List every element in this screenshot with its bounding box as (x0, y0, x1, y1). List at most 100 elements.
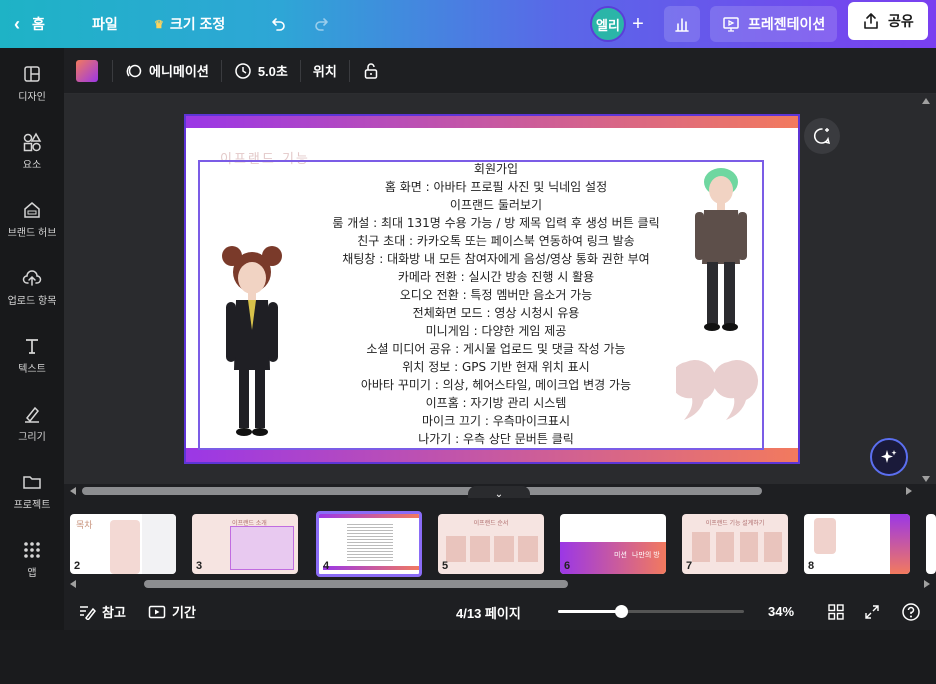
lock-button[interactable] (350, 48, 392, 94)
help-button[interactable] (900, 601, 922, 623)
top-bar: ‹ 홈 파일 ♛ 크기 조정 엘리 + 프레젠테이션 공유 (0, 0, 936, 48)
position-button[interactable]: 위치 (301, 48, 349, 94)
sidebar-item-text[interactable]: 텍스트 (0, 336, 64, 375)
page-thumbnail[interactable]: 이프랜드 순서 5 (438, 514, 544, 574)
thumbnail-panel (890, 514, 910, 574)
slide-feature-list: 회원가입 홈 화면 : 아바타 프로필 사진 및 닉네임 설정 이프랜드 둘러보… (296, 160, 696, 448)
slide-text-line: 마이크 끄기 : 우측마이크표시 (422, 414, 570, 428)
slide-text-line: 친구 초대 : 카카오톡 또는 페이스북 연동하여 링크 발송 (357, 234, 635, 248)
notes-button[interactable]: 참고 (78, 602, 126, 621)
page-thumbnail-current[interactable]: 4 (316, 511, 422, 577)
user-avatar[interactable]: 엘리 (590, 6, 626, 42)
help-icon (902, 603, 920, 621)
grid-icon (24, 542, 40, 558)
thumbnail-panel (142, 514, 176, 574)
page-number: 6 (564, 560, 571, 572)
sidebar-item-design[interactable]: 디자인 (0, 64, 64, 103)
left-sidebar: 디자인 요소 브랜드 허브 업로드 항목 텍스트 그리기 프로젝트 앱 (0, 48, 64, 630)
filmstrip-scroll-thumb[interactable] (144, 580, 568, 588)
page-indicator[interactable]: 4/13 페이지 (456, 603, 521, 622)
share-button[interactable]: 공유 (848, 2, 928, 40)
canvas-area: 이프랜드 기능 회원가입 홈 화면: 아바타 프로필 사진 및 닉네임 설정 … (64, 94, 936, 484)
thumbnail-room-label: 나만의 방 (632, 552, 660, 559)
bottom-bar: 참고 기간 4/13 페이지 34% (64, 594, 936, 630)
thumbnail-card (740, 532, 758, 562)
thumbnail-avatar (110, 520, 140, 574)
scroll-right-arrow[interactable] (906, 487, 912, 495)
scroll-left-arrow[interactable] (70, 487, 76, 495)
slide-text-line: 전체화면 모드 : 영상 시청시 유용 (412, 306, 580, 320)
duration-timer-button[interactable]: 기간 (148, 602, 196, 621)
animation-button[interactable]: 에니메이션 (113, 48, 221, 94)
avatar-girl-illustration (222, 246, 282, 436)
scroll-up-arrow[interactable] (922, 98, 930, 104)
undo-button[interactable] (266, 12, 290, 36)
redo-button[interactable] (310, 12, 334, 36)
present-button[interactable]: 프레젠테이션 (710, 6, 838, 42)
filmstrip-scroll-right-arrow[interactable] (924, 580, 930, 588)
magic-assistant-button[interactable] (870, 438, 908, 476)
slide-text-line: 위치 정보 : GPS 기반 현재 위치 표시 (402, 360, 590, 374)
context-toolbar: 에니메이션 5.0초 위치 (64, 48, 936, 94)
comment-button[interactable] (804, 118, 840, 154)
sidebar-item-brand-hub[interactable]: 브랜드 허브 (0, 200, 64, 239)
slide-canvas[interactable]: 이프랜드 기능 회원가입 홈 화면: 아바타 프로필 사진 및 닉네임 설정 … (184, 114, 800, 464)
slide-bottom-gradient-bar (186, 448, 798, 462)
zoom-slider[interactable] (558, 605, 744, 618)
canvas-horizontal-scroll-thumb[interactable] (82, 487, 762, 495)
page-thumbnail[interactable]: 미션 나만의 방 6 (560, 514, 666, 574)
page-thumbnail[interactable]: 목차 2 (70, 514, 176, 574)
file-menu-button[interactable]: 파일 (92, 12, 118, 36)
fullscreen-button[interactable] (862, 602, 882, 622)
sidebar-item-draw[interactable]: 그리기 (0, 404, 64, 443)
home-back-button[interactable]: ‹ 홈 (14, 12, 45, 36)
clock-icon (235, 62, 251, 79)
bottom-empty-area (0, 630, 936, 684)
zoom-slider-fill (558, 610, 621, 613)
page-thumbnail[interactable]: 8 (804, 514, 910, 574)
slide-text-line: 이프홈 : 자기방 관리 시스템 (425, 396, 567, 410)
crown-icon: ♛ (154, 18, 164, 31)
thumbnail-card (446, 536, 466, 562)
thumbnail-title: 이프랜드 순서 (473, 521, 509, 527)
unlock-icon (364, 62, 378, 79)
slide-text-line: 카메라 전환 : 실시간 방송 진행 시 활용 (397, 270, 595, 284)
color-swatch-button[interactable] (76, 59, 98, 82)
sidebar-item-projects[interactable]: 프로젝트 (0, 472, 64, 511)
undo-icon (272, 18, 285, 31)
presentation-icon (723, 17, 739, 32)
add-collaborator-button[interactable]: + (626, 12, 650, 36)
layout-icon (24, 66, 40, 82)
page-number: 5 (442, 560, 449, 572)
page-thumbnail[interactable]: 이프랜드 소개 3 (192, 514, 298, 574)
avatar-boy-illustration (695, 168, 747, 331)
resize-button[interactable]: ♛ 크기 조정 (154, 12, 225, 36)
page-number: 3 (196, 560, 203, 572)
zoom-slider-handle[interactable] (615, 605, 628, 618)
page-thumbnail[interactable]: 이프랜드 기능 설계하기 7 (682, 514, 788, 574)
thumbnail-card (692, 532, 710, 562)
filmstrip-scroll-left-arrow[interactable] (70, 580, 76, 588)
thumbnail-panel (230, 526, 294, 570)
plus-icon: + (632, 12, 644, 35)
slide-text-line: 홈 화면 : 아바타 프로필 사진 및 닉네임 설정 (384, 180, 608, 194)
duration-button[interactable]: 5.0초 (222, 48, 300, 94)
zoom-level-label[interactable]: 34% (768, 604, 794, 619)
home-label: 홈 (32, 16, 45, 32)
share-icon (864, 13, 878, 29)
slide-top-gradient-bar (186, 116, 798, 128)
scroll-down-arrow[interactable] (922, 476, 930, 482)
sidebar-item-elements[interactable]: 요소 (0, 132, 64, 171)
thumbnail-card (764, 532, 782, 562)
slide-text-line: 오디오 전환 : 특정 멤버만 음소거 가능 (399, 288, 593, 302)
sidebar-item-apps[interactable]: 앱 (0, 540, 64, 579)
grid-view-button[interactable] (826, 602, 846, 622)
thumbnail-card (470, 536, 490, 562)
sidebar-item-uploads[interactable]: 업로드 항목 (0, 268, 64, 307)
sparkle-icon (881, 450, 897, 463)
page-thumbnail-partial[interactable] (926, 514, 936, 574)
cloud-upload-icon (22, 270, 42, 286)
thumbnail-avatar (814, 518, 836, 554)
insights-button[interactable] (664, 6, 700, 42)
thumbnail-card (716, 532, 734, 562)
